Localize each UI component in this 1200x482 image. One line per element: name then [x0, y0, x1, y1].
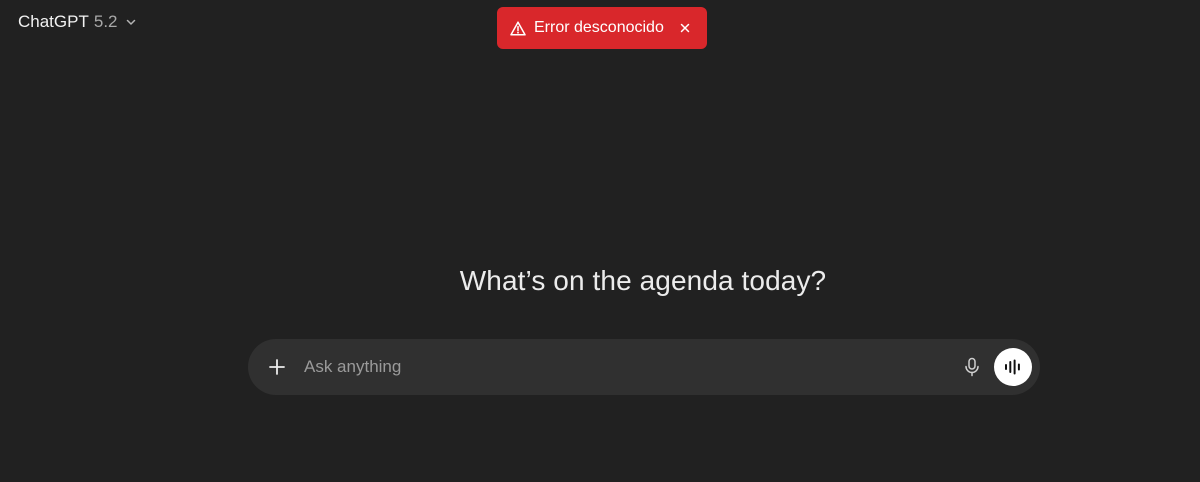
- prompt-composer: [248, 339, 1040, 395]
- prompt-input[interactable]: [302, 346, 956, 388]
- warning-triangle-icon: [510, 20, 526, 36]
- error-toast: Error desconocido: [497, 7, 707, 49]
- close-icon[interactable]: [675, 18, 695, 38]
- model-switcher[interactable]: ChatGPT 5.2: [10, 7, 145, 37]
- page-headline: What’s on the agenda today?: [459, 265, 827, 296]
- voice-waveform-icon[interactable]: [994, 348, 1032, 386]
- chevron-down-icon: [125, 16, 137, 28]
- microphone-icon[interactable]: [956, 351, 988, 383]
- toast-message: Error desconocido: [534, 19, 664, 36]
- model-version: 5.2: [93, 12, 118, 31]
- plus-icon[interactable]: [264, 354, 290, 380]
- model-name: ChatGPT: [18, 12, 89, 31]
